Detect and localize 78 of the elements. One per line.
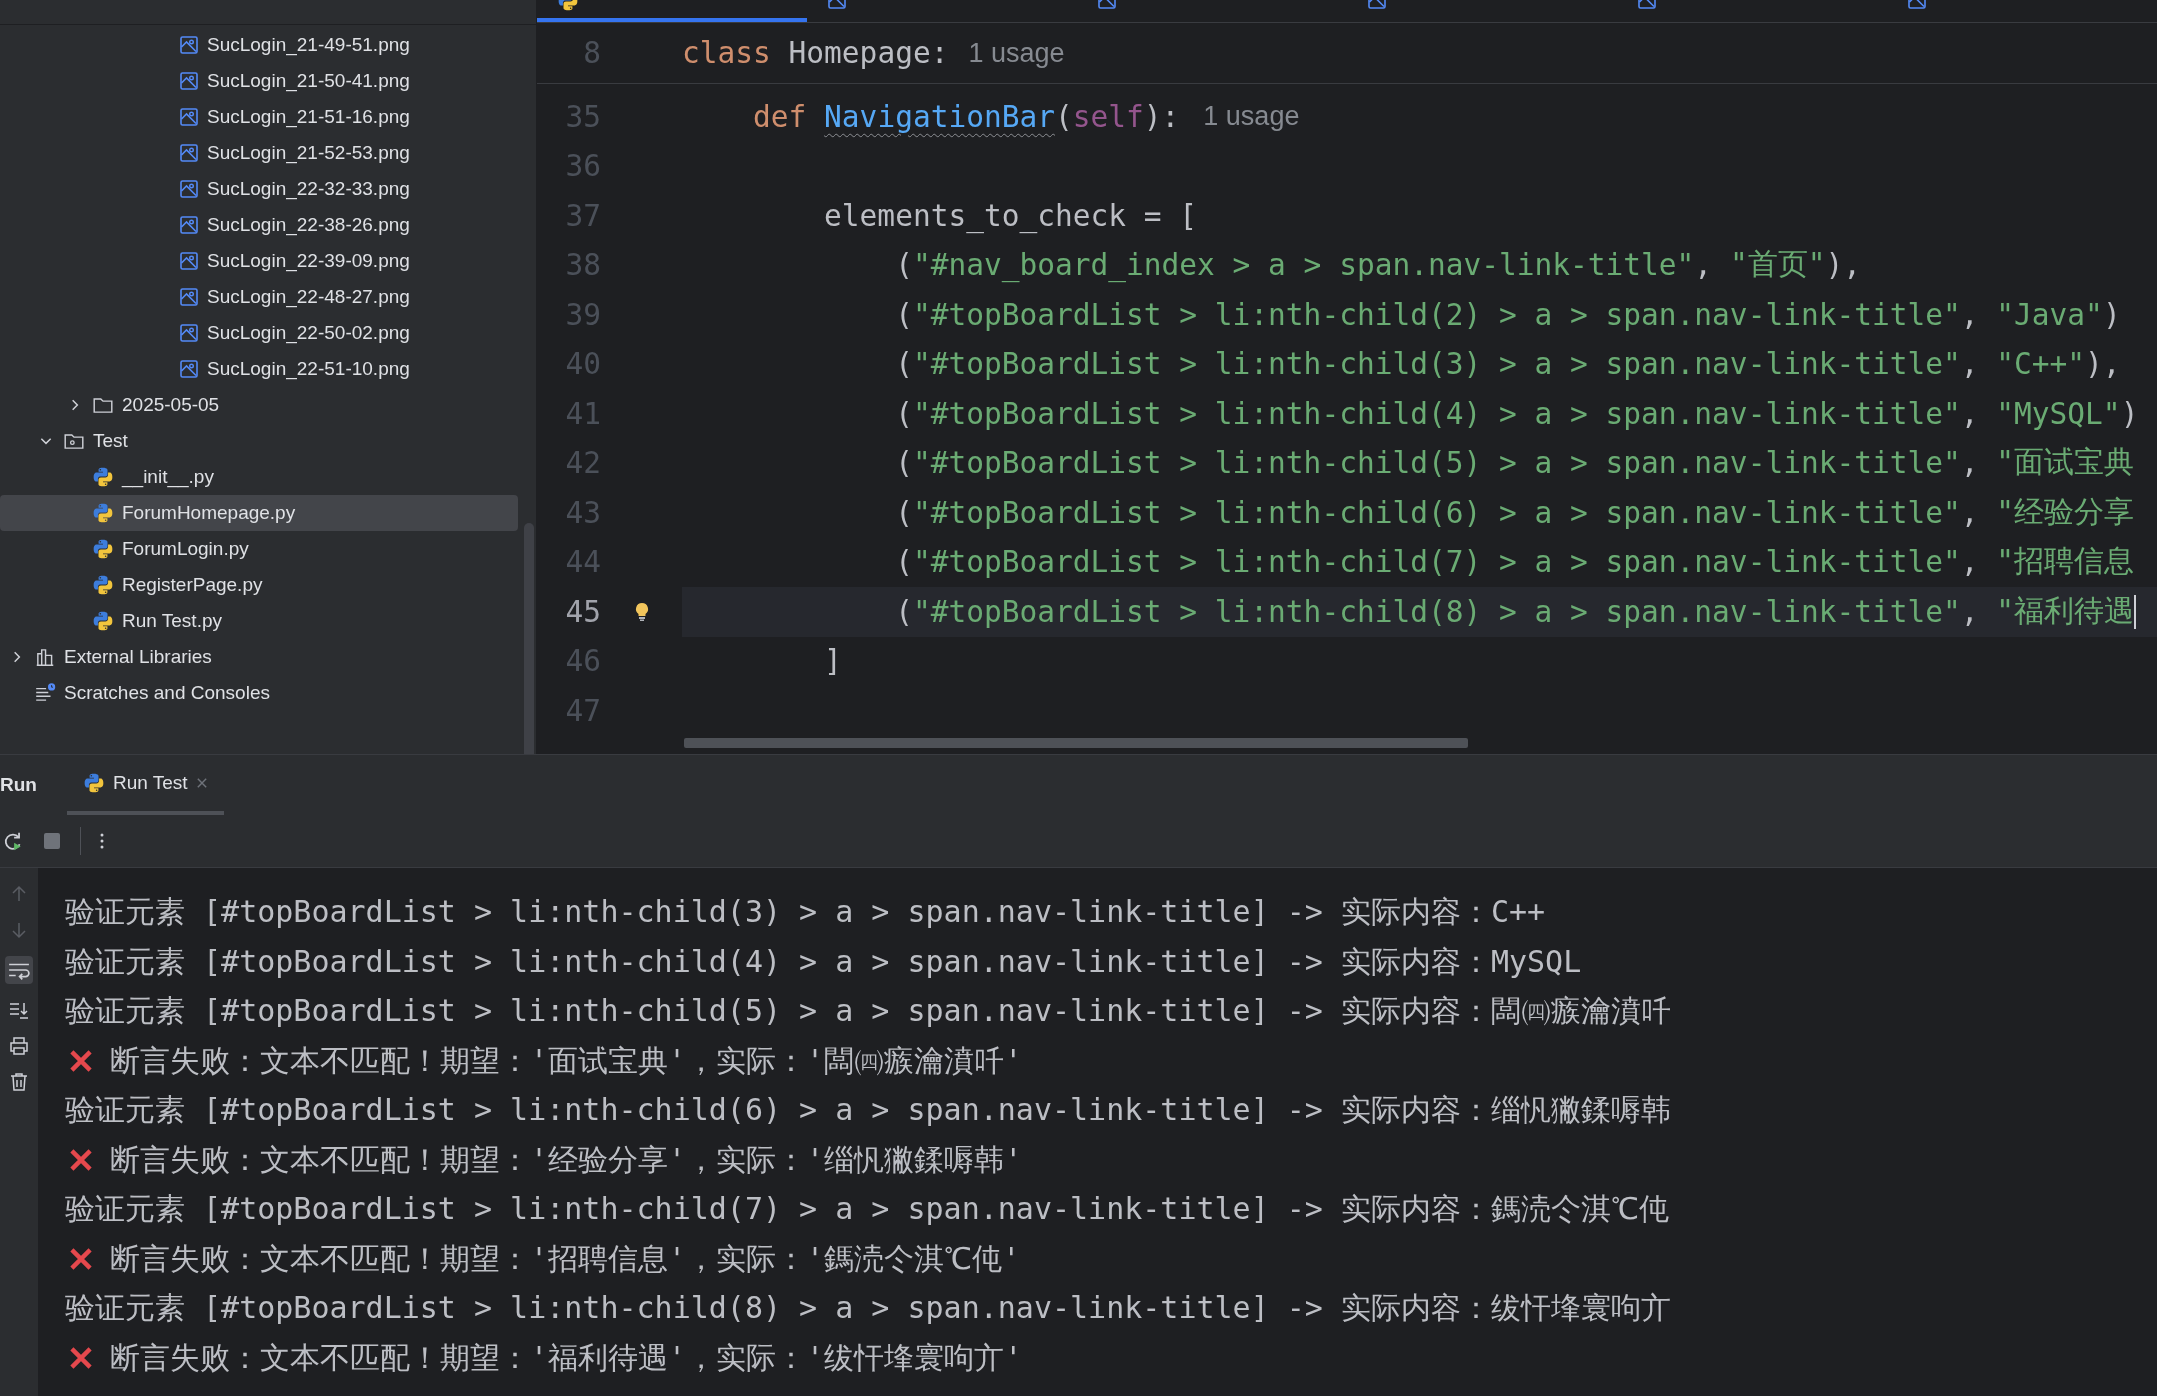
tree-item[interactable]: Test [0,423,518,459]
soft-wrap-button[interactable] [5,956,33,984]
lightbulb-icon[interactable] [633,601,650,622]
cross-icon [68,1246,94,1273]
tree-item[interactable]: SucLogin_22-48-27.png [0,279,518,315]
image-file-icon [179,71,199,91]
tree-item[interactable]: SucLogin_22-50-02.png [0,315,518,351]
python-file-icon [92,574,114,596]
cross-icon [68,1345,94,1372]
image-file-icon [179,35,199,55]
console-line: 验证元素 [#topBoardList > li:nth-child(6) > a > span.nav-link-title] -> 实际内容：缁忛獙鍒嗕韩 [65,1091,1671,1130]
tree-item[interactable]: ForumLogin.py [0,531,518,567]
code-line: ("#topBoardList > li:nth-child(5) > a > span.nav-link-title", "面试宝典 [894,444,2136,483]
code-line: elements_to_check = [ [823,197,1199,236]
console-line: 验证元素 [#topBoardList > li:nth-child(8) > a > span.nav-link-title] -> 实际内容：绂忓埄寰呴亣 [65,1289,1671,1328]
stop-icon[interactable] [42,831,62,851]
code-line: ("#nav_board_index > a > span.nav-link-title", "首页"), [894,246,1862,285]
python-file-icon [92,466,114,488]
usage-hint[interactable]: 1 usage [1203,101,1300,133]
image-file-icon [179,215,199,235]
tree-item[interactable]: SucLogin_21-51-16.png [0,99,518,135]
scratches-icon [34,682,56,704]
line-number: 45 [564,594,601,629]
image-file-icon [179,251,199,271]
scroll-to-end-icon[interactable] [9,1000,29,1020]
editor-tab[interactable] [537,0,807,22]
close-icon[interactable] [195,777,208,789]
tree-item[interactable]: SucLogin_22-39-09.png [0,243,518,279]
tree-item[interactable]: SucLogin_21-52-53.png [0,135,518,171]
tree-item[interactable]: SucLogin_22-32-33.png [0,171,518,207]
code-line: ("#topBoardList > li:nth-child(4) > a > span.nav-link-title", "MySQL") [894,395,2140,433]
tree-item[interactable]: 2025-05-05 [0,387,518,423]
tree-item[interactable]: SucLogin_22-38-26.png [0,207,518,243]
console-line: 断言失败：文本不匹配！期望：'经验分享'，实际：'缁忛獙鍒嗕韩' [110,1140,1023,1179]
console-line: 断言失败：文本不匹配！期望：'招聘信息'，实际：'鎷涜仒淇℃伅' [110,1239,1021,1278]
scrollbar-thumb[interactable] [684,738,1468,748]
tree-item[interactable]: Scratches and Consoles [0,675,518,711]
tree-item[interactable]: RegisterPage.py [0,567,518,603]
tree-item[interactable]: SucLogin_22-51-10.png [0,351,518,387]
console-line: 验证元素 [#topBoardList > li:nth-child(4) > a > span.nav-link-title] -> 实际内容：MySQL [65,942,1582,981]
rerun-icon[interactable] [2,830,24,852]
image-file-icon [179,359,199,379]
cross-icon [68,1147,94,1174]
code-line: ("#topBoardList > li:nth-child(2) > a > span.nav-link-title", "Java") [894,296,2122,334]
code-line: def NavigationBar(self): [752,98,1180,136]
trash-icon[interactable] [9,1072,29,1092]
python-file-icon [92,538,114,560]
python-file-icon [92,502,114,524]
code-line: ] [823,643,843,681]
console-line: 验证元素 [#topBoardList > li:nth-child(3) > a > span.nav-link-title] -> 实际内容：C++ [65,893,1546,932]
console-line: 验证元素 [#topBoardList > li:nth-child(7) > a > span.nav-link-title] -> 实际内容：鎷涜仒淇℃伅 [65,1190,1669,1229]
code-line: ("#topBoardList > li:nth-child(7) > a > span.nav-link-title", "招聘信息 [894,543,2136,582]
tree-item[interactable]: __init__.py [0,459,518,495]
image-file-icon [179,287,199,307]
python-file-icon [82,772,105,794]
tree-item[interactable]: ForumHomepage.py [0,495,518,531]
print-icon[interactable] [9,1036,29,1056]
usage-hint[interactable]: 1 usage [968,37,1065,69]
code-line: ("#topBoardList > li:nth-child(3) > a > span.nav-link-title", "C++"), [894,346,2122,384]
image-file-icon [179,107,199,127]
python-file-icon [92,610,114,632]
image-file-icon [179,179,199,199]
tree-item[interactable]: SucLogin_21-49-51.png [0,27,518,63]
library-icon [34,646,56,668]
console-line: 断言失败：文本不匹配！期望：'福利待遇'，实际：'绂忓埄寰呴亣' [110,1338,1023,1377]
console-line: 断言失败：文本不匹配！期望：'面试宝典'，实际：'闆㈣瘯瀹濆吀' [110,1041,1023,1080]
more-icon[interactable] [99,831,105,851]
image-file-icon [179,323,199,343]
code-line: ("#topBoardList > li:nth-child(6) > a > span.nav-link-title", "经验分享 [894,493,2136,532]
cross-icon [68,1048,94,1075]
console-line: 验证元素 [#topBoardList > li:nth-child(5) > a > span.nav-link-title] -> 实际内容：闆㈣瘯瀹濆吀 [65,992,1671,1031]
code-line: class Homepage: [682,35,949,72]
panel-title: Run [0,774,37,796]
down-arrow-icon[interactable] [9,920,29,940]
image-file-icon [179,143,199,163]
tree-item[interactable]: External Libraries [0,639,518,675]
tree-item[interactable]: Run Test.py [0,603,518,639]
tree-item[interactable]: SucLogin_21-50-41.png [0,63,518,99]
